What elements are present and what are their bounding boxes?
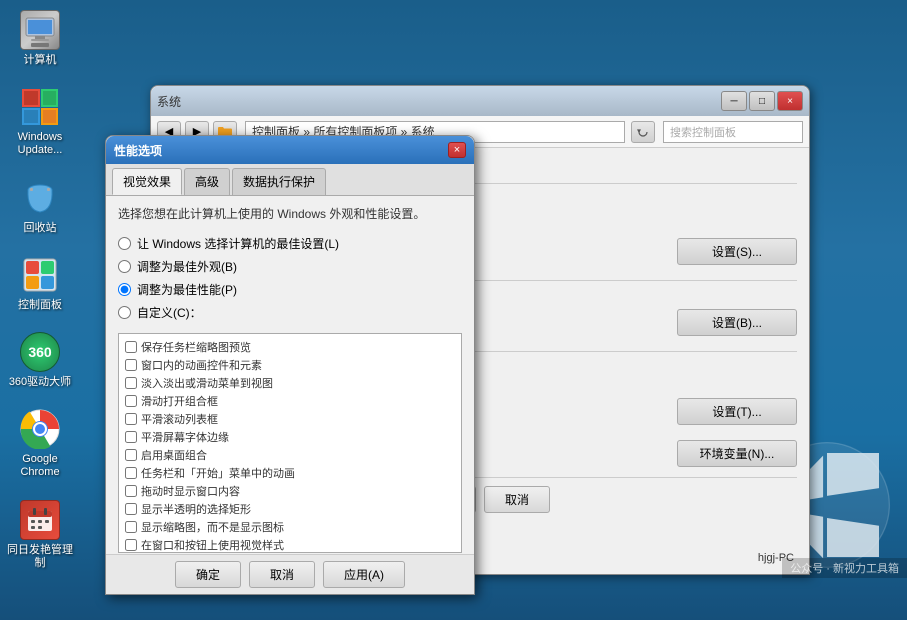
control-panel-label: 控制面板 xyxy=(18,299,62,312)
desktop-icon-computer[interactable]: 计算机 xyxy=(5,10,75,67)
env-variables-button[interactable]: 环境变量(N)... xyxy=(677,440,797,467)
desktop-icon-day-manager[interactable]: 同日发艳管理 制 xyxy=(5,500,75,570)
perf-ok-button[interactable]: 确定 xyxy=(175,561,241,588)
profiles-settings-button[interactable]: 设置(B)... xyxy=(677,309,797,336)
checkbox-label-10: 显示缩略图，而不是显示图标 xyxy=(141,519,284,535)
perf-settings-button[interactable]: 设置(S)... xyxy=(677,238,797,265)
perf-radio-group: 让 Windows 选择计算机的最佳设置(L) 调整为最佳外观(B) 调整为最佳… xyxy=(118,235,462,321)
perf-apply-button[interactable]: 应用(A) xyxy=(323,561,405,588)
checkbox-label-2: 淡入淡出或滑动菜单到视图 xyxy=(141,375,273,391)
chrome-icon xyxy=(20,409,60,449)
checkbox-label-9: 显示半透明的选择矩形 xyxy=(141,501,251,517)
recycle-bin-icon xyxy=(20,178,60,218)
radio-auto[interactable]: 让 Windows 选择计算机的最佳设置(L) xyxy=(118,235,462,252)
desktop-icon-360[interactable]: 360 360驱动大师 xyxy=(5,332,75,389)
checkbox-item-9[interactable]: 显示半透明的选择矩形 xyxy=(123,500,457,518)
desktop-icon-chrome[interactable]: Google Chrome xyxy=(5,409,75,479)
recycle-bin-label: 回收站 xyxy=(24,222,57,235)
refresh-button[interactable] xyxy=(631,121,655,143)
perf-dialog-footer: 确定 取消 应用(A) xyxy=(106,554,474,594)
checkbox-item-10[interactable]: 显示缩略图，而不是显示图标 xyxy=(123,518,457,536)
perf-description: 选择您想在此计算机上使用的 Windows 外观和性能设置。 xyxy=(118,206,462,223)
perf-dialog-title: 性能选项 xyxy=(114,142,162,159)
checkbox-item-8[interactable]: 拖动时显示窗口内容 xyxy=(123,482,457,500)
checkbox-item-2[interactable]: 淡入淡出或滑动菜单到视图 xyxy=(123,374,457,392)
system-window-title: 系统 xyxy=(157,93,181,110)
perf-dialog-titlebar: 性能选项 × xyxy=(106,136,474,164)
close-button[interactable]: × xyxy=(777,91,803,111)
perf-cancel-button[interactable]: 取消 xyxy=(249,561,315,588)
startup-settings-button[interactable]: 设置(T)... xyxy=(677,398,797,425)
checkbox-item-11[interactable]: 在窗口和按钮上使用视觉样式 xyxy=(123,536,457,553)
radio-best-look-label: 调整为最佳外观(B) xyxy=(137,258,237,275)
desktop-icons-column: 计算机 Windows Update... xyxy=(0,0,80,580)
checkbox-label-6: 启用桌面组合 xyxy=(141,447,207,463)
checkbox-label-1: 窗口内的动画控件和元素 xyxy=(141,357,262,373)
radio-best-look[interactable]: 调整为最佳外观(B) xyxy=(118,258,462,275)
tab-advanced-perf[interactable]: 高级 xyxy=(184,168,230,195)
checkbox-item-6[interactable]: 启用桌面组合 xyxy=(123,446,457,464)
computer-label: 计算机 xyxy=(24,54,57,67)
tab-visual-effects[interactable]: 视觉效果 xyxy=(112,168,182,195)
checkbox-label-11: 在窗口和按钮上使用视觉样式 xyxy=(141,537,284,553)
performance-dialog: 性能选项 × 视觉效果 高级 数据执行保护 选择您想在此计算机上使用的 Wind… xyxy=(105,135,475,595)
maximize-button[interactable]: □ xyxy=(749,91,775,111)
desktop: 计算机 Windows Update... xyxy=(0,0,907,620)
system-window-titlebar: 系统 ─ □ × xyxy=(151,86,809,116)
perf-dialog-content: 选择您想在此计算机上使用的 Windows 外观和性能设置。 让 Windows… xyxy=(106,196,474,594)
watermark: 公众号 · 新视力工具箱 xyxy=(782,558,907,578)
windows-update-icon xyxy=(20,87,60,127)
checkbox-label-4: 平滑滚动列表框 xyxy=(141,411,218,427)
desktop-icon-recycle-bin[interactable]: 回收站 xyxy=(5,178,75,235)
day-manager-label: 同日发艳管理 制 xyxy=(7,544,73,570)
checkbox-item-0[interactable]: 保存任务栏缩略图预览 xyxy=(123,338,457,356)
windows-update-label: Windows Update... xyxy=(18,131,63,157)
search-box[interactable]: 搜索控制面板 xyxy=(663,121,803,143)
radio-custom-label: 自定义(C)： xyxy=(137,304,202,321)
perf-dialog-tabs: 视觉效果 高级 数据执行保护 xyxy=(106,164,474,196)
computer-icon xyxy=(20,10,60,50)
perf-dialog-close-button[interactable]: × xyxy=(448,142,466,158)
search-placeholder: 搜索控制面板 xyxy=(670,124,736,140)
360-icon: 360 xyxy=(20,332,60,372)
checkbox-item-5[interactable]: 平滑屏幕字体边缘 xyxy=(123,428,457,446)
checkbox-item-7[interactable]: 任务栏和「开始」菜单中的动画 xyxy=(123,464,457,482)
desktop-icon-control-panel[interactable]: 控制面板 xyxy=(5,255,75,312)
minimize-button[interactable]: ─ xyxy=(721,91,747,111)
360-label: 360驱动大师 xyxy=(9,376,71,389)
radio-custom[interactable]: 自定义(C)： xyxy=(118,304,462,321)
control-panel-icon xyxy=(20,255,60,295)
chrome-label: Google Chrome xyxy=(5,453,75,479)
system-cancel-button[interactable]: 取消 xyxy=(484,486,550,513)
day-manager-icon xyxy=(20,500,60,540)
checkbox-item-1[interactable]: 窗口内的动画控件和元素 xyxy=(123,356,457,374)
radio-best-perf[interactable]: 调整为最佳性能(P) xyxy=(118,281,462,298)
checkbox-list[interactable]: 保存任务栏缩略图预览窗口内的动画控件和元素淡入淡出或滑动菜单到视图滑动打开组合框… xyxy=(118,333,462,553)
checkbox-label-7: 任务栏和「开始」菜单中的动画 xyxy=(141,465,295,481)
desktop-icon-windows-update[interactable]: Windows Update... xyxy=(5,87,75,157)
checkbox-label-0: 保存任务栏缩略图预览 xyxy=(141,339,251,355)
checkbox-item-3[interactable]: 滑动打开组合框 xyxy=(123,392,457,410)
radio-best-perf-label: 调整为最佳性能(P) xyxy=(137,281,237,298)
tab-dep[interactable]: 数据执行保护 xyxy=(232,168,326,195)
checkbox-label-8: 拖动时显示窗口内容 xyxy=(141,483,240,499)
checkbox-item-4[interactable]: 平滑滚动列表框 xyxy=(123,410,457,428)
checkbox-label-3: 滑动打开组合框 xyxy=(141,393,218,409)
radio-auto-label: 让 Windows 选择计算机的最佳设置(L) xyxy=(137,235,339,252)
window-controls: ─ □ × xyxy=(721,91,803,111)
checkbox-label-5: 平滑屏幕字体边缘 xyxy=(141,429,229,445)
